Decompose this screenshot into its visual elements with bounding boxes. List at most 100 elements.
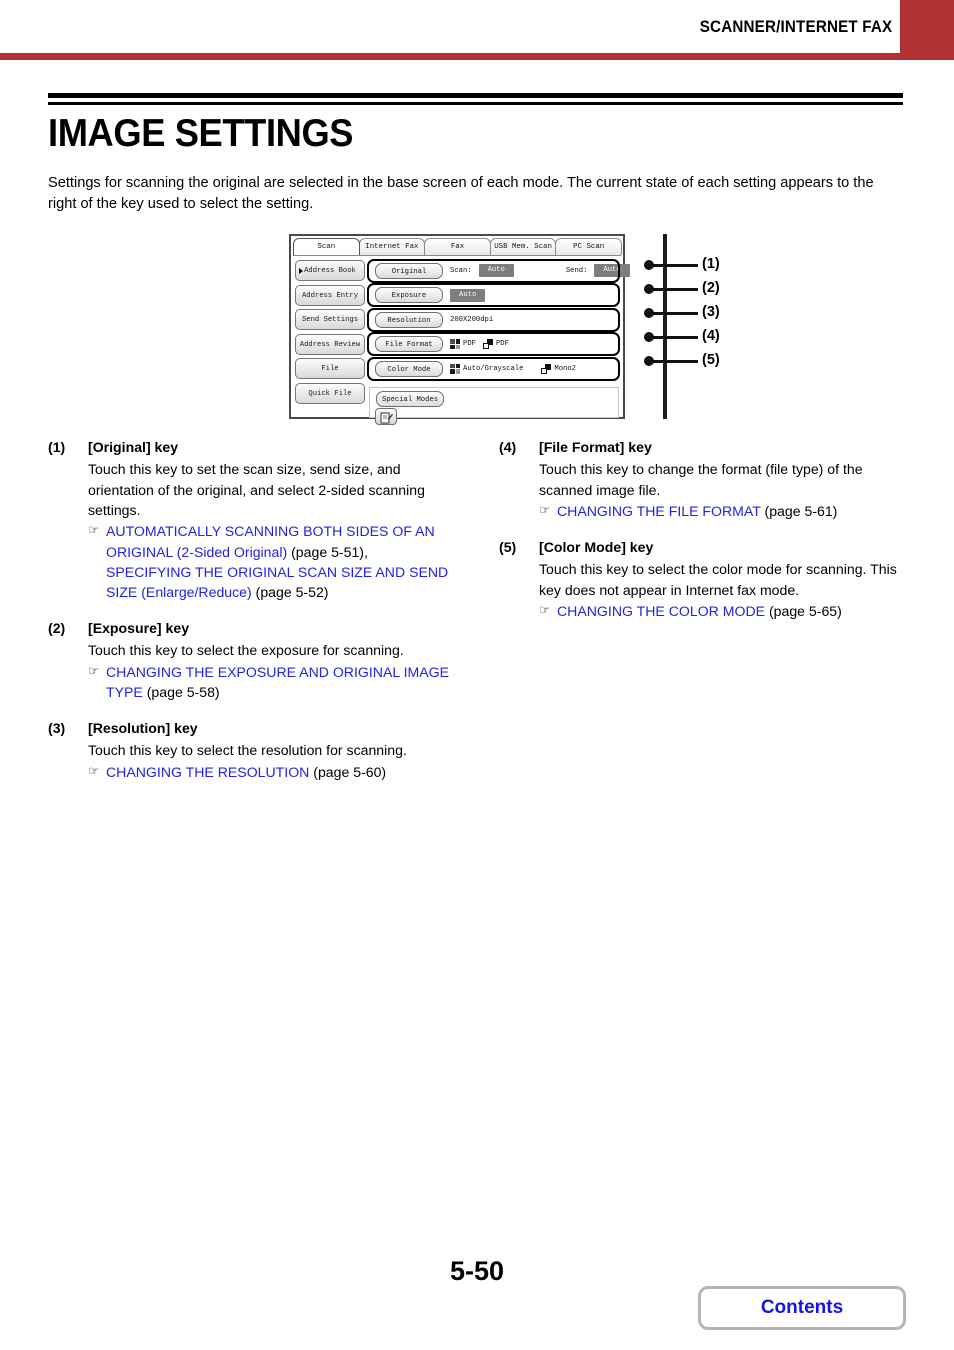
cross-reference-page: (page 5-58) — [146, 683, 220, 700]
file-format-mono-value: PDF — [495, 340, 509, 349]
color-quadrant-icon — [450, 363, 460, 374]
tab-internet-fax[interactable]: Internet Fax — [358, 238, 426, 256]
description-item-body: Touch this key to select the color mode … — [539, 559, 902, 621]
pointing-hand-icon: ☞ — [539, 602, 551, 617]
cross-reference-page: (page 5-61) — [764, 502, 838, 519]
callout-number: (3) — [702, 304, 720, 321]
description-item-heading: (1) [Original] key — [48, 438, 451, 457]
cross-reference: ☞ AUTOMATICALLY SCANNING BOTH SIDES OF AN… — [88, 521, 451, 602]
description-item-text: Touch this key to set the scan size, sen… — [88, 461, 425, 518]
description-item: (1) [Original] key Touch this key to set t… — [48, 438, 451, 602]
description-item-heading: (2) [Exposure] key — [48, 619, 451, 638]
callout-number: (2) — [702, 280, 720, 297]
description-item-title: [Original] key — [88, 439, 179, 456]
description-item-text: Touch this key to select the resolution … — [88, 742, 407, 759]
tab-fax[interactable]: Fax — [424, 238, 491, 256]
page-header: SCANNER/INTERNET FAX — [0, 0, 954, 60]
description-item: (2) [Exposure] key Touch this key to selec… — [48, 619, 451, 702]
description-item-heading: (4) [File Format] key — [499, 438, 902, 457]
description-item-title: [Color Mode] key — [539, 539, 654, 556]
cross-reference-text: CHANGING THE EXPOSURE AND ORIGINAL IMAGE… — [106, 662, 451, 703]
description-item-number: (3) — [48, 720, 66, 737]
side-key-address-book[interactable]: Address Book — [295, 260, 365, 282]
header-rule — [0, 53, 954, 60]
contents-button[interactable]: Contents — [698, 1286, 906, 1330]
original-key[interactable]: Original — [375, 262, 443, 279]
original-scan-value[interactable]: Auto — [478, 264, 514, 278]
document-edit-icon — [380, 412, 393, 424]
setting-row-resolution: Resolution 200X200dpi — [367, 307, 620, 332]
cross-reference: ☞ CHANGING THE RESOLUTION (page 5-60) — [88, 762, 451, 782]
callout-number: (4) — [702, 328, 720, 345]
resolution-key[interactable]: Resolution — [375, 311, 443, 328]
pointing-hand-icon: ☞ — [88, 763, 100, 778]
tab-usb-mem-scan[interactable]: USB Mem. Scan — [489, 238, 557, 256]
mono-squares-icon — [541, 363, 552, 374]
description-item-number: (5) — [499, 539, 517, 556]
header-accent-block — [900, 0, 954, 56]
side-key-quick-file[interactable]: Quick File — [295, 382, 365, 404]
cross-reference-page: (page 5-51), — [291, 543, 368, 560]
callout-leader-line — [652, 335, 698, 339]
side-key-file[interactable]: File — [295, 358, 365, 380]
header-title: SCANNER/INTERNET FAX — [699, 18, 892, 36]
cross-reference-link[interactable]: AUTOMATICALLY SCANNING BOTH SIDES OF AN … — [106, 523, 435, 559]
tab-pc-scan[interactable]: PC Scan — [555, 238, 622, 256]
callout-leader-line — [652, 287, 698, 291]
description-item-text: Touch this key to select the exposure fo… — [88, 642, 404, 659]
description-item-heading: (5) [Color Mode] key — [499, 538, 902, 557]
setting-row-color-mode: Color Mode Auto/Grayscale Mono2 — [367, 356, 620, 381]
resolution-value: 200X200dpi — [450, 315, 494, 324]
cross-reference-page: (page 5-65) — [768, 602, 842, 619]
description-item-body: Touch this key to set the scan size, sen… — [88, 459, 451, 602]
device-panel-figure: Scan Internet Fax Fax USB Mem. Scan PC S… — [48, 234, 906, 426]
special-modes-key[interactable]: Special Modes — [376, 391, 444, 408]
color-mode-color-value: Auto/Grayscale — [463, 364, 524, 373]
description-item-title: [Resolution] key — [88, 720, 198, 737]
callout-leader-line — [652, 311, 698, 315]
cross-reference-text: AUTOMATICALLY SCANNING BOTH SIDES OF AN … — [106, 521, 451, 602]
cross-reference: ☞ CHANGING THE FILE FORMAT (page 5-61) — [539, 501, 902, 521]
description-item-number: (4) — [499, 439, 517, 456]
exposure-key[interactable]: Exposure — [375, 287, 443, 304]
color-quadrant-icon — [450, 339, 460, 350]
color-mode-mono-value: Mono2 — [554, 364, 576, 373]
cross-reference-link[interactable]: CHANGING THE COLOR MODE — [557, 603, 769, 619]
side-key-send-settings[interactable]: Send Settings — [295, 309, 365, 331]
description-item: (5) [Color Mode] key Touch this key to sel… — [499, 538, 902, 621]
description-column-left: (1) [Original] key Touch this key to set t… — [48, 438, 451, 798]
description-item-number: (1) — [48, 439, 66, 456]
cross-reference: ☞ CHANGING THE EXPOSURE AND ORIGINAL IMAG… — [88, 662, 451, 703]
cross-reference-text: CHANGING THE RESOLUTION (page 5-60) — [106, 762, 386, 782]
cross-reference-page: (page 5-60) — [313, 763, 387, 780]
original-send-value[interactable]: Auto — [594, 264, 630, 278]
description-item: (4) [File Format] key Touch this key to ch… — [499, 438, 902, 521]
mode-tab-bar: Scan Internet Fax Fax USB Mem. Scan PC S… — [293, 238, 622, 256]
setting-row-file-format: File Format PDF PDF — [367, 332, 620, 357]
file-format-key[interactable]: File Format — [375, 336, 443, 353]
selection-arrow-icon — [298, 267, 303, 274]
side-key-address-entry[interactable]: Address Entry — [295, 284, 365, 306]
description-item-number: (2) — [48, 620, 66, 637]
file-format-color-value: PDF — [463, 340, 476, 349]
description-item-title: [Exposure] key — [88, 620, 190, 637]
mono-squares-icon — [482, 339, 493, 350]
exposure-value[interactable]: Auto — [450, 288, 486, 302]
cross-reference-page: (page 5-52) — [255, 584, 329, 601]
color-mode-key[interactable]: Color Mode — [375, 360, 443, 377]
callout-vertical-bar — [663, 234, 667, 420]
panel-body: Address Book Address Entry Send Settings… — [293, 255, 630, 426]
cross-reference-text: CHANGING THE FILE FORMAT (page 5-61) — [557, 501, 837, 521]
panel-side-key-list: Address Book Address Entry Send Settings… — [295, 260, 365, 407]
intro-paragraph: Settings for scanning the original are s… — [48, 174, 874, 212]
pointing-hand-icon: ☞ — [88, 523, 100, 538]
tab-scan[interactable]: Scan — [293, 238, 360, 256]
side-key-label: Address Book — [304, 267, 356, 276]
side-key-address-review[interactable]: Address Review — [295, 333, 365, 355]
document-edit-icon-button[interactable] — [375, 408, 397, 426]
cross-reference-link[interactable]: CHANGING THE RESOLUTION — [106, 764, 313, 780]
cross-reference-link[interactable]: CHANGING THE FILE FORMAT — [557, 503, 765, 519]
panel-setting-rows: Original Scan: Auto Send: Auto Exposure … — [367, 258, 630, 383]
pointing-hand-icon: ☞ — [539, 502, 551, 517]
description-item-body: Touch this key to change the format (fil… — [539, 459, 902, 521]
